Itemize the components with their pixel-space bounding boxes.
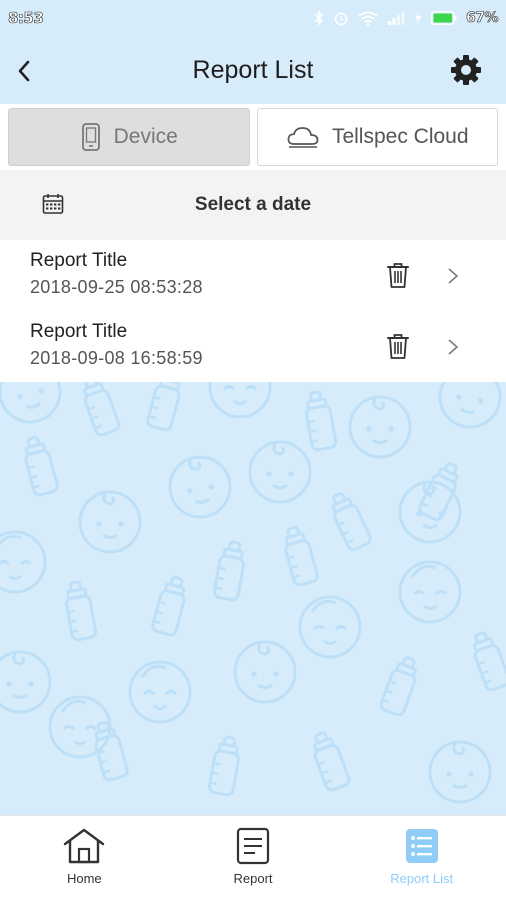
list-item[interactable]: Report Title 2018-09-25 08:53:28	[0, 240, 506, 311]
status-time: 8:53	[8, 9, 44, 28]
tab-tellspec-cloud[interactable]: Tellspec Cloud	[256, 108, 498, 166]
charging-icon	[414, 11, 422, 25]
nav-report-list-label: Report List	[390, 871, 454, 886]
home-icon	[64, 828, 105, 864]
baby-pattern-illustration	[0, 382, 506, 804]
battery-icon	[431, 11, 457, 25]
wifi-icon	[358, 11, 378, 26]
report-list: Report Title 2018-09-25 08:53:28 Report …	[0, 240, 506, 382]
report-title: Report Title	[30, 321, 128, 342]
phone-icon	[81, 123, 100, 151]
source-toggle: Device Tellspec Cloud	[0, 104, 506, 170]
document-icon	[236, 827, 270, 865]
tab-cloud-label: Tellspec Cloud	[331, 125, 469, 148]
nav-home[interactable]: Home	[0, 816, 169, 900]
settings-button[interactable]	[448, 52, 484, 88]
report-timestamp: 2018-09-25 08:53:28	[30, 277, 203, 297]
signal-icon	[387, 11, 405, 25]
chevron-right-icon	[448, 268, 459, 284]
report-title: Report Title	[30, 250, 128, 271]
nav-report[interactable]: Report	[169, 816, 338, 900]
back-button[interactable]	[10, 56, 38, 86]
status-icons: 67%	[314, 10, 499, 27]
chevron-left-icon	[18, 60, 30, 82]
tab-device-label: Device	[113, 125, 178, 148]
page-title: Report List	[192, 55, 314, 84]
calendar-icon	[42, 194, 64, 214]
list-icon	[405, 829, 438, 863]
bottom-navigation: Home Report Report List	[0, 815, 506, 900]
alarm-icon	[333, 10, 349, 26]
date-filter[interactable]: Select a date	[0, 170, 506, 240]
trash-icon[interactable]	[384, 331, 412, 361]
nav-report-list[interactable]: Report List	[337, 816, 506, 900]
nav-home-label: Home	[66, 871, 102, 886]
bluetooth-icon	[314, 10, 324, 26]
tab-device[interactable]: Device	[8, 108, 250, 166]
report-timestamp: 2018-09-08 16:58:59	[30, 348, 203, 368]
background-pattern	[0, 382, 506, 815]
nav-report-label: Report	[233, 871, 273, 886]
app-header: Report List	[0, 36, 506, 104]
list-item[interactable]: Report Title 2018-09-08 16:58:59	[0, 311, 506, 382]
cloud-icon	[287, 127, 319, 148]
battery-percent: 67%	[465, 10, 499, 27]
chevron-right-icon	[448, 339, 459, 355]
gear-icon	[451, 55, 481, 85]
trash-icon[interactable]	[384, 260, 412, 290]
date-filter-label: Select a date	[194, 194, 312, 215]
status-bar: 8:53 67%	[0, 0, 506, 36]
